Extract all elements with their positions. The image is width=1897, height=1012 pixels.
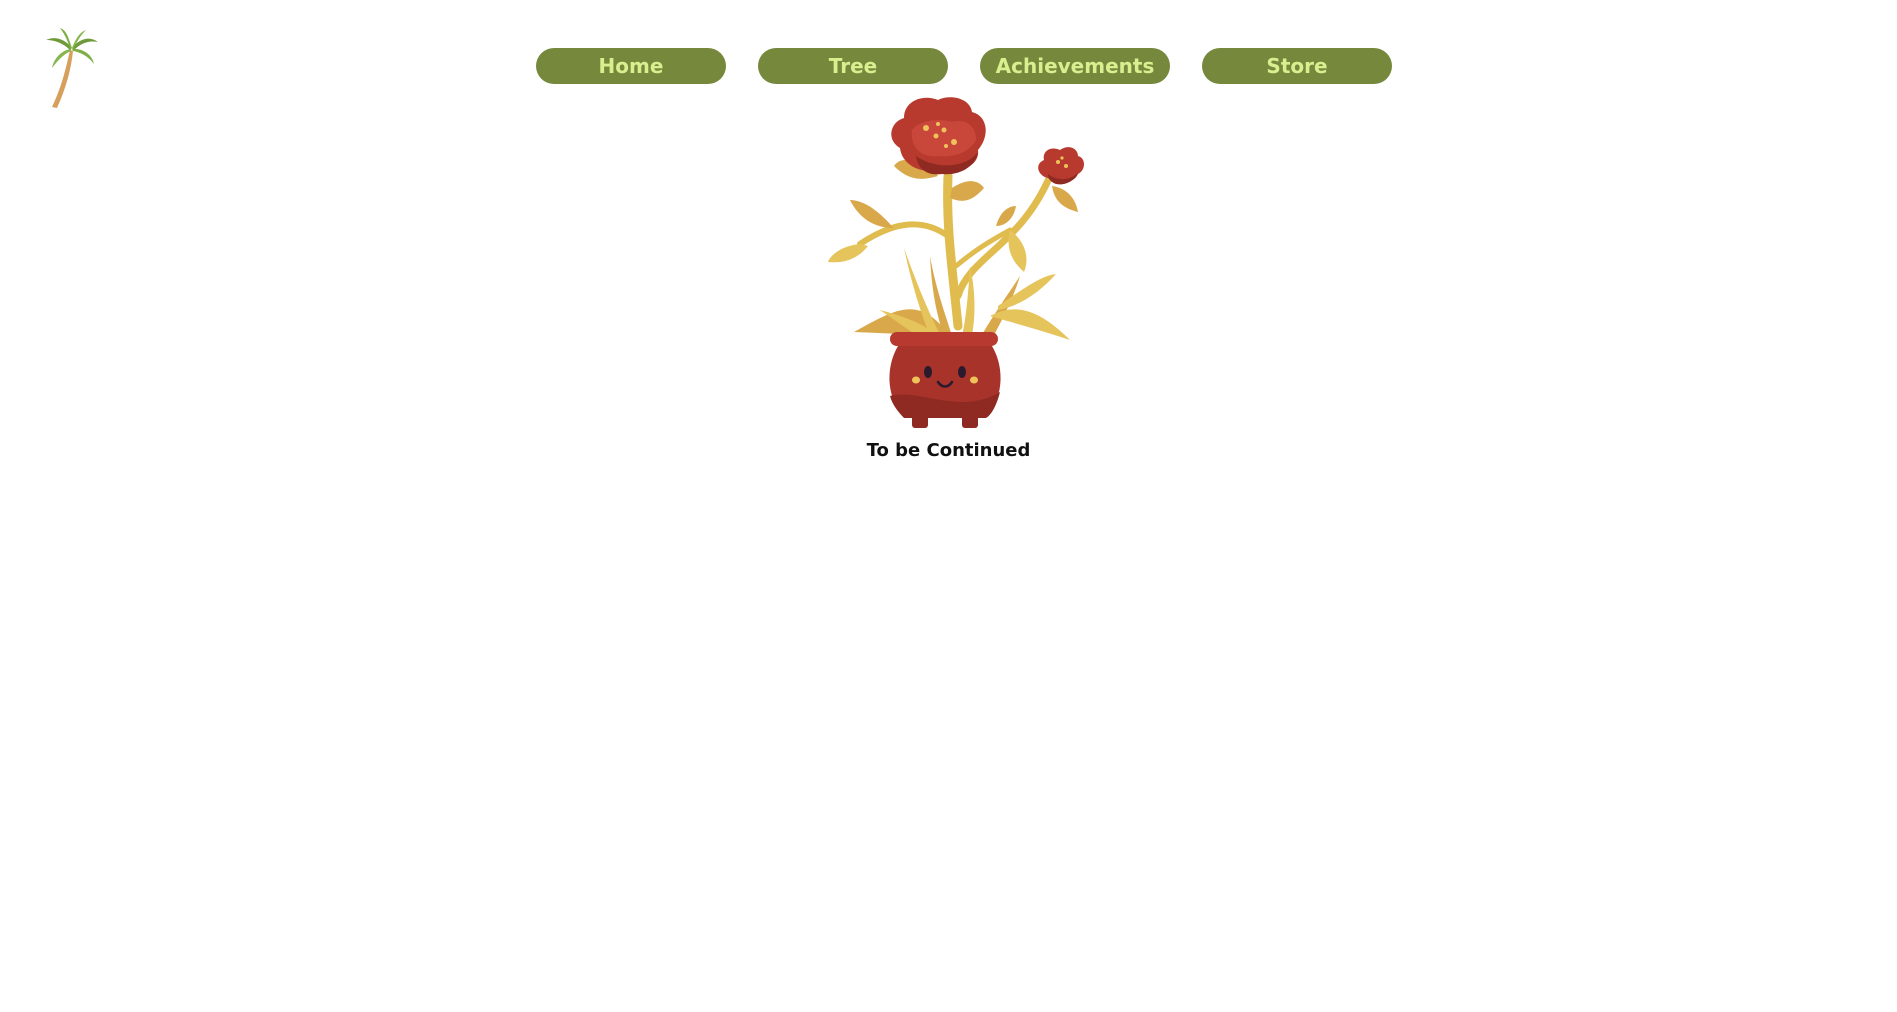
main-nav: Home Tree Achievements Store bbox=[536, 48, 1392, 84]
palm-tree-icon[interactable] bbox=[42, 28, 98, 108]
potted-flower-illustration bbox=[828, 97, 1084, 428]
nav-tree-button[interactable]: Tree bbox=[758, 48, 948, 84]
nav-store-button[interactable]: Store bbox=[1202, 48, 1392, 84]
to-be-continued-text: To be Continued bbox=[866, 440, 1031, 461]
page: Home Tree Achievements Store To be Conti… bbox=[0, 0, 1897, 1012]
nav-home-button[interactable]: Home bbox=[536, 48, 726, 84]
nav-achievements-button[interactable]: Achievements bbox=[980, 48, 1170, 84]
